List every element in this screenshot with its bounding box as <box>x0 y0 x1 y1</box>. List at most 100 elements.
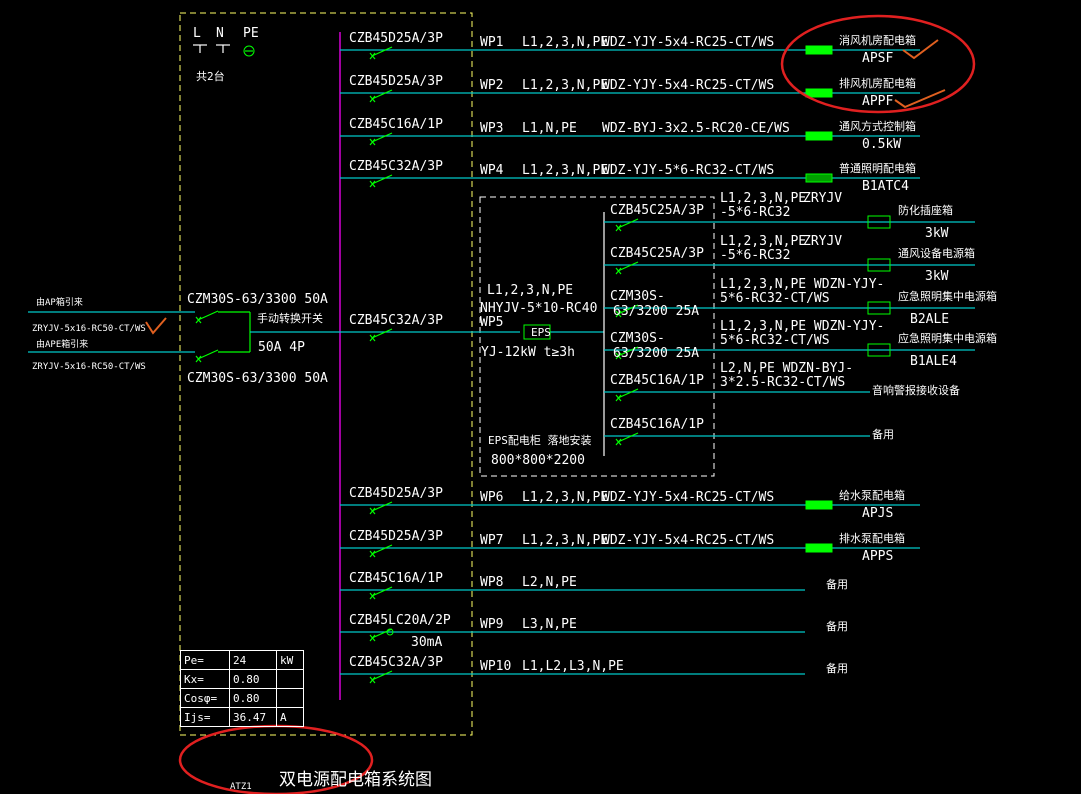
circuit-wp3-tag: 0.5kW <box>862 137 902 152</box>
eps-circuit-3-tag: B2ALE <box>910 312 950 327</box>
incoming-ape-cable: ZRYJV-5x16-RC50-CT/WS <box>32 362 146 372</box>
circuit-wp8-breaker: CZB45C16A/1P <box>349 571 443 586</box>
eps-feed-cable: NHYJV-5*10-RC40 <box>480 301 598 316</box>
eps-circuit-4-cable-1: L1,2,3,N,PE WDZN-YJY- <box>720 319 885 334</box>
eps-circuit-2-breaker: CZB45C25A/3P <box>610 246 704 261</box>
circuit-wp2-tag: APPF <box>862 94 894 109</box>
eps-circuit-4-breaker: CZM30S- <box>610 331 665 346</box>
circuit-wp2-box-icon <box>805 88 833 98</box>
incoming-breaker-bottom: CZM30S-63/3300 50A <box>187 371 328 386</box>
circuit-wp6-breaker-symbol-blade <box>371 501 393 512</box>
circuit-wp4-breaker: CZB45C32A/3P <box>349 159 443 174</box>
circuit-wp1-breaker-symbol-blade <box>371 46 393 57</box>
circuit-wp4-breaker-symbol-blade <box>371 174 393 185</box>
eps-circuit-3-cable-2: 5*6-RC32-CT/WS <box>720 291 830 306</box>
drawing-title: 双电源配电箱系统图 <box>279 770 432 790</box>
circuit-wp7-tag: APPS <box>862 549 894 564</box>
circuit-wp8-id: WP8 <box>480 575 504 590</box>
load-calc-table: Pe= 24 kW Kx= 0.80 Cosφ= 0.80 Ijs= 36.47 A <box>180 650 304 727</box>
circuit-wp7-phases: L1,2,3,N,PE <box>522 533 609 548</box>
circuit-wp8-phases: L2,N,PE <box>522 575 577 590</box>
circuit-wp6-box-icon <box>805 500 833 510</box>
circuit-wp2-breaker-symbol-blade <box>371 89 393 100</box>
eps-circuit-1-tag: 3kW <box>925 226 949 241</box>
calc-value: 0.80 <box>229 688 277 708</box>
circuit-wp7-box-icon <box>805 543 833 553</box>
circuit-wp4-phases: L1,2,3,N,PE <box>522 163 609 178</box>
circuit-wp2-id: WP2 <box>480 78 504 93</box>
circuit-wp3-breaker: CZB45C16A/1P <box>349 117 443 132</box>
circuit-wp1-load: 消风机房配电箱 <box>839 34 916 47</box>
circuit-wp7-load: 排水泵配电箱 <box>839 532 905 545</box>
eps-circuit-3-breaker-2: 63/3200 25A <box>613 304 700 319</box>
neutral-label: N <box>216 26 224 41</box>
eps-circuit-1-load: 防化插座箱 <box>898 204 953 217</box>
circuit-wp4-box-icon <box>805 173 833 183</box>
calc-unit: kW <box>276 650 304 670</box>
calc-value: 0.80 <box>229 669 277 689</box>
eps-circuit-5-breaker-symbol-blade <box>617 388 639 399</box>
incoming-ape-label: 由APE箱引来 <box>36 340 89 350</box>
circuit-wp9-load: 备用 <box>826 620 848 633</box>
circuit-wp1-phases: L1,2,3,N,PE <box>522 35 609 50</box>
incoming-breaker-top-symbol-blade <box>197 310 219 321</box>
incoming-ap-cable: ZRYJV-5x16-RC50-CT/WS <box>32 324 146 334</box>
eps-circuit-2-load: 通风设备电源箱 <box>898 247 975 260</box>
circuit-wp2-phases: L1,2,3,N,PE <box>522 78 609 93</box>
circuit-wp9-breaker-symbol-blade <box>371 628 393 639</box>
incoming-breaker-top: CZM30S-63/3300 50A <box>187 292 328 307</box>
circuit-wp3-box-icon <box>805 131 833 141</box>
eps-circuit-5-breaker: CZB45C16A/1P <box>610 373 704 388</box>
calc-unit <box>276 669 304 689</box>
eps-circuit-4-cable-2: 5*6-RC32-CT/WS <box>720 333 830 348</box>
circuit-wp2-cable: WDZ-YJY-5x4-RC25-CT/WS <box>602 78 775 93</box>
incoming-ap-label: 由AP箱引来 <box>36 298 83 308</box>
circuit-wp2-load: 排风机房配电箱 <box>839 77 916 90</box>
circuit-wp9-id: WP9 <box>480 617 504 632</box>
circuit-wp1-breaker: CZB45D25A/3P <box>349 31 443 46</box>
circuit-wp1-tag: APSF <box>862 51 894 66</box>
transfer-switch-name: 手动转换开关 <box>257 312 323 325</box>
eps-circuit-4-load: 应急照明集中电源箱 <box>898 332 997 345</box>
eps-circuit-4-tag: B1ALE4 <box>910 354 957 369</box>
circuit-wp5-breaker-symbol-blade <box>371 328 393 339</box>
eps-circuit-1-extra: ZRYJV <box>803 191 843 206</box>
calc-row: Cosφ= 0.80 <box>180 688 304 708</box>
eps-circuit-2-extra: ZRYJV <box>803 234 843 249</box>
eps-circuit-2-cable-2: -5*6-RC32 <box>720 248 791 263</box>
calc-row: Kx= 0.80 <box>180 669 304 689</box>
circuit-wp6-id: WP6 <box>480 490 504 505</box>
eps-circuit-1-breaker-symbol-blade <box>617 218 639 229</box>
calc-value: 24 <box>229 650 277 670</box>
drawing-prefix: ATZ1 <box>230 782 252 792</box>
circuit-wp4-tag: B1ATC4 <box>862 179 909 194</box>
circuit-wp6-cable: WDZ-YJY-5x4-RC25-CT/WS <box>602 490 775 505</box>
eps-feed-id: WP5 <box>480 315 504 330</box>
calc-row: Ijs= 36.47 A <box>180 707 304 727</box>
circuit-wp3-cable: WDZ-BYJ-3x2.5-RC20-CE/WS <box>602 121 790 136</box>
circuit-wp1-id: WP1 <box>480 35 504 50</box>
circuit-wp2-breaker: CZB45D25A/3P <box>349 74 443 89</box>
eps-circuit-2-tag: 3kW <box>925 269 949 284</box>
circuit-wp5-breaker: CZB45C32A/3P <box>349 313 443 328</box>
unit-count: 共2台 <box>196 70 225 83</box>
circuit-wp7-id: WP7 <box>480 533 504 548</box>
circuit-wp10-breaker-symbol-blade <box>371 670 393 681</box>
phase-l-label: L <box>193 26 201 41</box>
circuit-wp4-id: WP4 <box>480 163 504 178</box>
circuit-wp4-load: 普通照明配电箱 <box>839 162 916 175</box>
circuit-wp7-breaker-symbol-blade <box>371 544 393 555</box>
calc-unit: A <box>276 707 304 727</box>
eps-spec: YJ-12kW t≥3h <box>481 345 575 360</box>
circuit-wp3-breaker-symbol-blade <box>371 132 393 143</box>
eps-circuit-5-load: 音响警报接收设备 <box>872 384 960 397</box>
eps-circuit-1-cable-1: L1,2,3,N,PE <box>720 191 807 206</box>
eps-circuit-1-breaker: CZB45C25A/3P <box>610 203 704 218</box>
circuit-wp1-cable: WDZ-YJY-5x4-RC25-CT/WS <box>602 35 775 50</box>
eps-circuit-6-breaker-symbol-blade <box>617 432 639 443</box>
circuit-wp10-breaker: CZB45C32A/3P <box>349 655 443 670</box>
calc-value: 36.47 <box>229 707 277 727</box>
eps-feed-phases: L1,2,3,N,PE <box>487 283 574 298</box>
circuit-wp6-phases: L1,2,3,N,PE <box>522 490 609 505</box>
circuit-wp3-id: WP3 <box>480 121 504 136</box>
